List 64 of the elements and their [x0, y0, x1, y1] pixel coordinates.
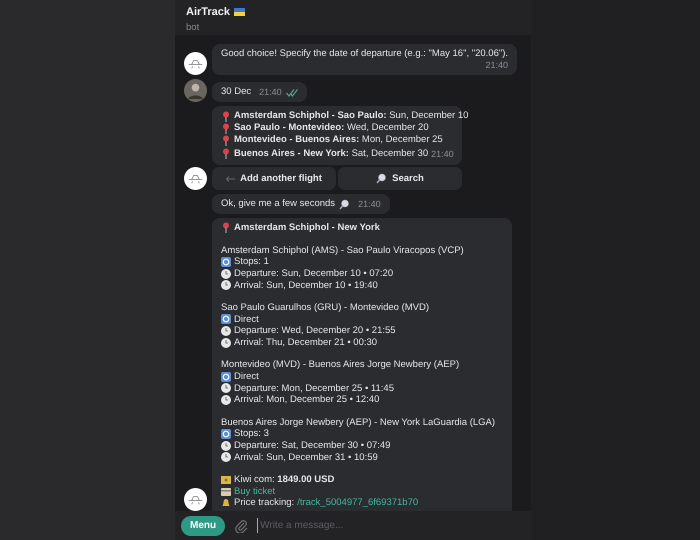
tracking-label: Price tracking: [234, 497, 294, 509]
chat-subtitle: bot [186, 20, 200, 34]
bell-icon [221, 498, 231, 508]
clock-icon [221, 268, 231, 279]
clock-icon [221, 280, 231, 290]
price-text: Kiwi com: 1849.00 USD [234, 474, 334, 486]
pin-icon [221, 134, 231, 146]
departure-text: Departure: Sun, December 10 • 07:20 [234, 268, 394, 280]
leg-text: Montevideo - Buenos Aires: Mon, December 25 [234, 134, 443, 146]
segment-route: Amsterdam Schiphol (AMS) - Sao Paulo Viracopos (VCP) [221, 244, 465, 256]
departure-text: Departure: Sat, December 30 • 07:49 [234, 440, 390, 452]
attach-icon[interactable] [234, 518, 248, 532]
arrival-text: Arrival: Sun, December 31 • 10:59 [234, 452, 378, 464]
repeat-icon [221, 257, 231, 268]
repeat-icon [221, 314, 231, 324]
repeat-icon [221, 372, 231, 382]
message-input[interactable]: Write a message... [257, 518, 525, 533]
segment-route: Buenos Aires Jorge Newbery (AEP) - New York LaGuardia (LGA) [221, 416, 496, 428]
search-icon [339, 198, 350, 210]
clock-icon [221, 452, 231, 462]
clock-icon [221, 383, 231, 394]
arrival-text: Arrival: Mon, December 25 • 12:40 [234, 394, 380, 406]
leg-text: Amsterdam Schiphol - Sao Paulo: Sun, December 10 [234, 110, 468, 122]
buy-ticket-link[interactable]: Buy ticket [234, 486, 276, 498]
chat-title: AirTrack [186, 5, 230, 20]
leg-text: Buenos Aires - New York: Sat, December 30 [234, 148, 428, 160]
message-time: 21:40 [259, 87, 282, 98]
stops-text: Stops: 1 [234, 256, 269, 268]
card-icon [221, 488, 231, 496]
stops-text: Direct [234, 314, 259, 326]
departure-text: Departure: Mon, December 25 • 11:45 [234, 382, 394, 394]
clock-icon [221, 440, 231, 451]
message-text: Good choice! Specify the date of departure (e.g.: "May 16", "20.06"). [221, 48, 508, 60]
repeat-icon [221, 429, 231, 440]
pin-icon [221, 222, 231, 234]
message-text: 30 Dec [221, 86, 252, 98]
leg-text: Sao Paulo - Montevideo: Wed, December 20 [234, 122, 429, 134]
segment-route: Sao Paulo Guarulhos (GRU) - Montevideo (MVD) [221, 302, 430, 314]
arrival-text: Arrival: Sun, December 10 • 19:40 [234, 280, 378, 292]
arrival-text: Arrival: Thu, December 21 • 00:30 [234, 336, 378, 348]
message-composer[interactable]: Menu Write a message... [175, 511, 531, 540]
stops-text: Direct [234, 371, 259, 383]
clock-icon [221, 326, 231, 336]
inline-button[interactable]: Add another flight [212, 167, 336, 190]
clock-icon [221, 395, 231, 406]
pin-icon [221, 148, 231, 160]
tracking-link[interactable]: /track_5004977_6f69371b70 [297, 497, 418, 509]
clock-icon [221, 338, 231, 348]
inline-button[interactable]: Search [338, 167, 462, 190]
flag-icon [234, 8, 246, 16]
message-time: 21:40 [431, 149, 454, 160]
pin-icon [221, 110, 231, 122]
segment-route: Montevideo (MVD) - Buenos Aires Jorge Newbery (AEP) [221, 359, 460, 372]
message-time: 21:40 [358, 199, 381, 210]
message-text: Ok, give me a few seconds [221, 198, 336, 210]
money-icon [221, 476, 231, 484]
pin-icon [221, 122, 231, 134]
arrow-left-icon [226, 176, 236, 182]
menu-button[interactable]: Menu [181, 516, 226, 536]
departure-text: Departure: Wed, December 20 • 21:55 [234, 325, 396, 337]
message-time: 21:40 [486, 60, 508, 72]
stops-text: Stops: 3 [234, 428, 269, 440]
search-icon [376, 173, 388, 184]
route-title: Amsterdam Schiphol - New York [234, 222, 380, 234]
